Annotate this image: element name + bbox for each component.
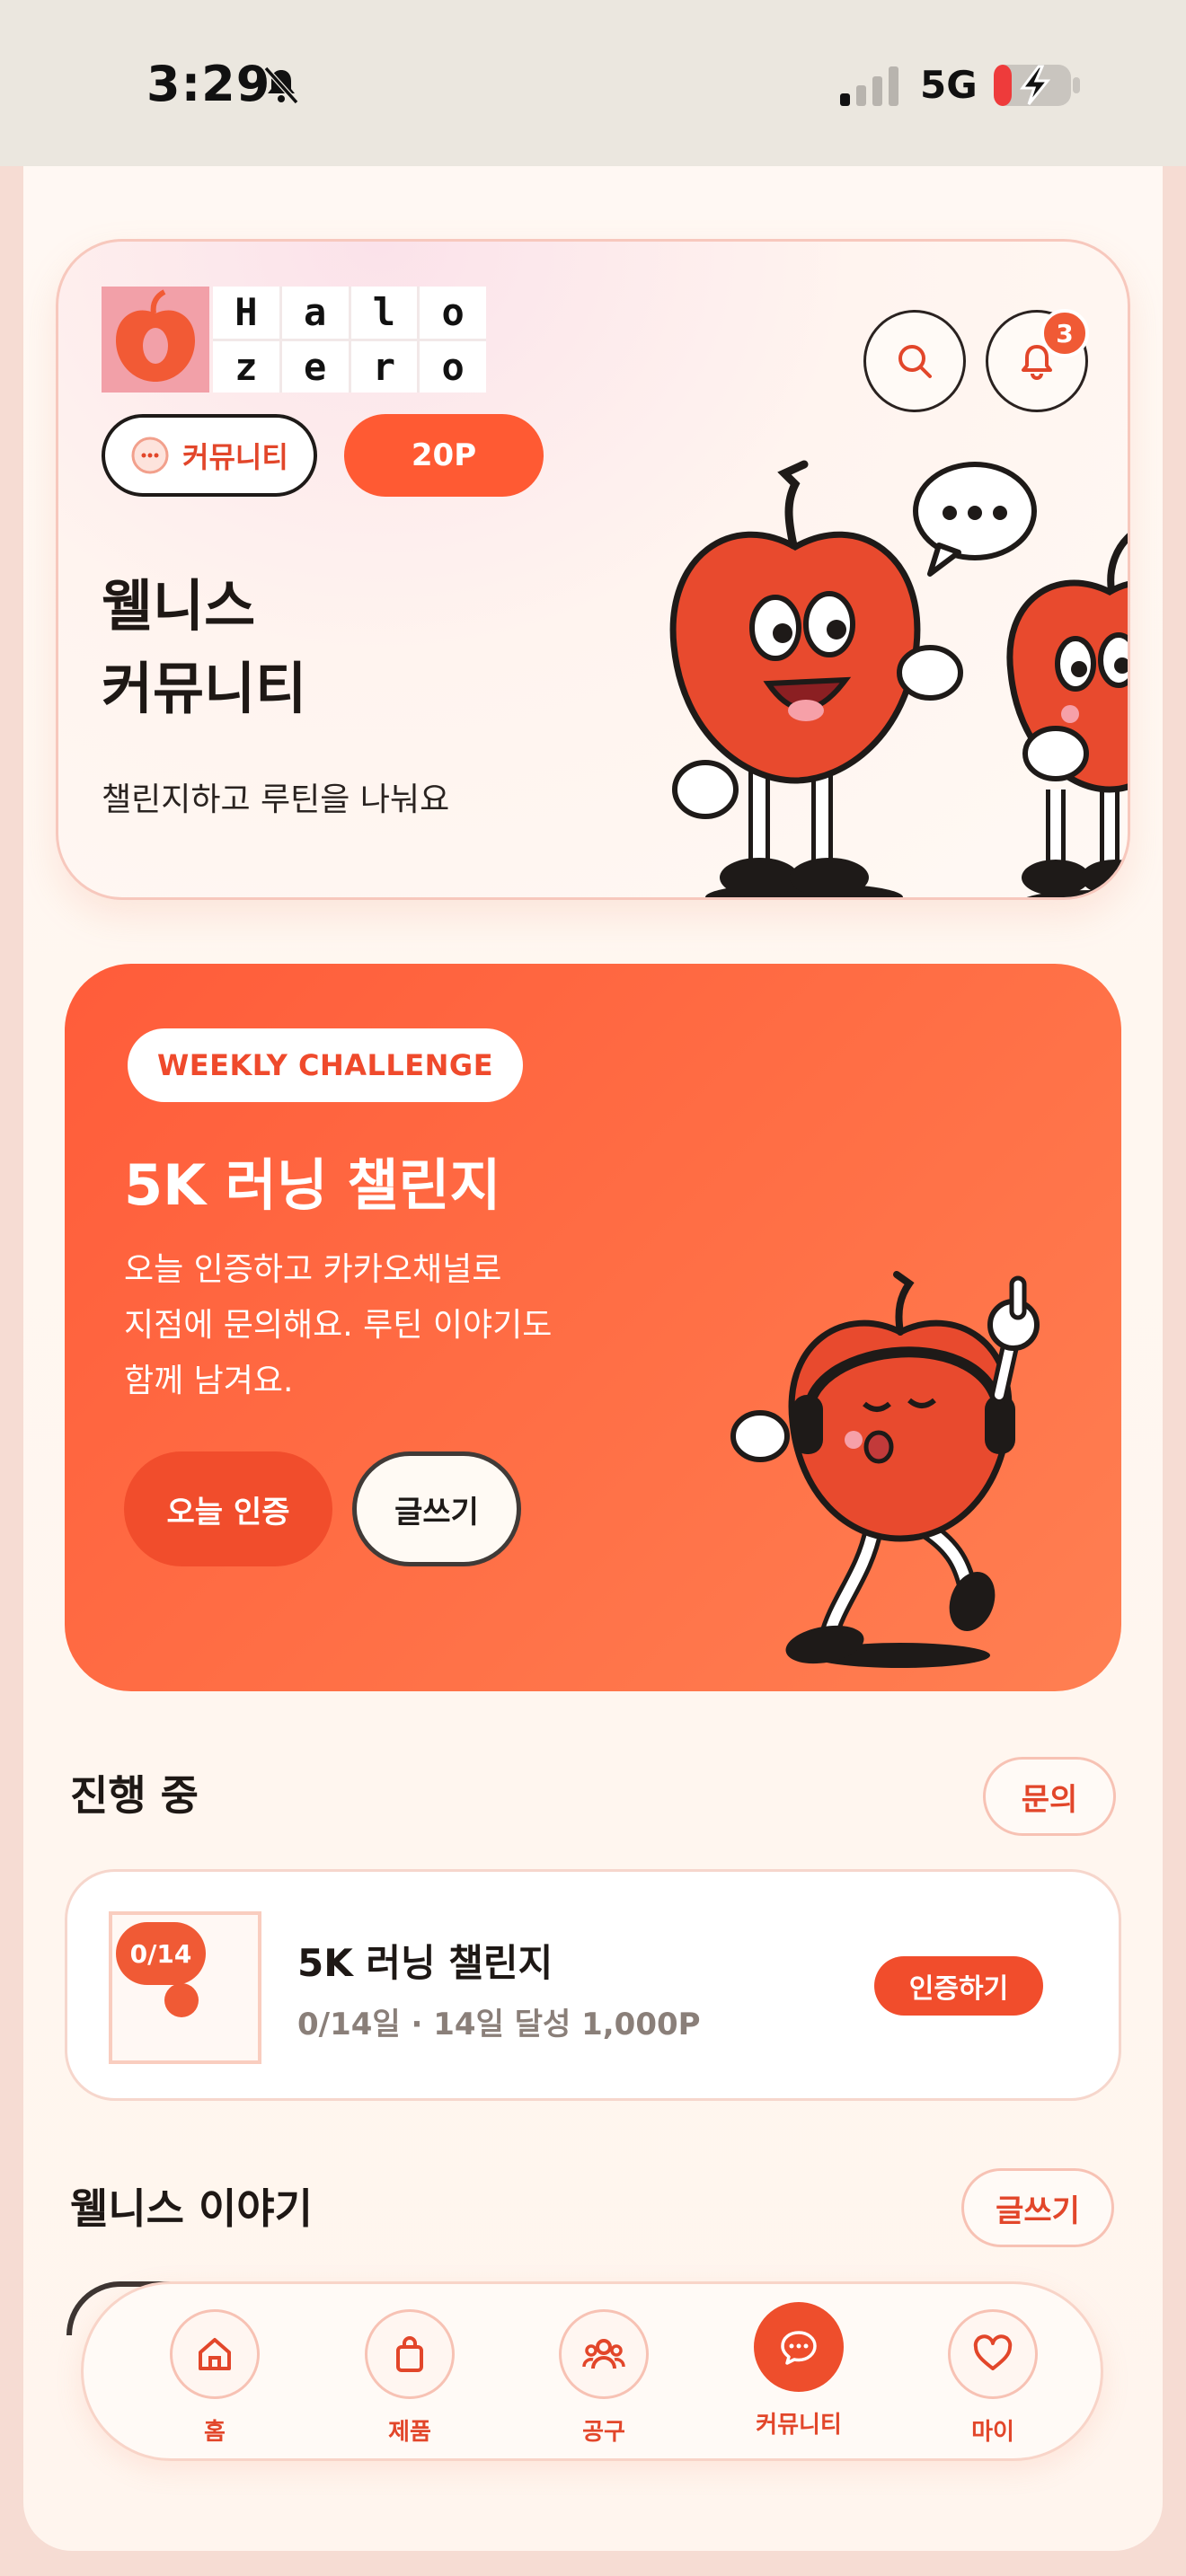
stories-write-button[interactable]: 글쓰기 [961,2168,1114,2247]
progress-card-title: 5K 러닝 챌린지 [297,1941,553,1985]
weekly-challenge-tag: WEEKLY CHALLENGE [128,1028,523,1102]
wellness-stories-title: 웰니스 이야기 [70,2184,313,2233]
group-icon [559,2309,649,2399]
challenge-progress-card[interactable]: 0/14 5K 러닝 챌린지 0/14일 · 14일 달성 1,000P 인증하… [65,1869,1121,2101]
running-apple-illustration [730,1271,1040,1668]
community-pill[interactable]: 커뮤니티 [102,414,317,497]
progress-card-meta: 0/14일 · 14일 달성 1,000P [297,2007,701,2042]
target-icon [164,1983,199,2017]
speech-bubble-icon [913,462,1037,577]
search-icon [898,345,932,378]
community-pill-label: 커뮤니티 [182,440,288,474]
nav-label-community: 커뮤니티 [756,2412,842,2439]
nav-label-products: 제품 [388,2419,431,2446]
bag-icon [365,2309,455,2399]
today-verify-button[interactable]: 오늘 인증 [124,1451,332,1566]
progress-badge: 0/14 [116,1922,206,1985]
heart-icon [948,2309,1038,2399]
notification-button[interactable]: 3 [986,309,1089,412]
silent-bell-icon [263,66,299,105]
hero-title: 웰니스 커뮤니티 [102,573,307,721]
write-post-button[interactable]: 글쓰기 [352,1451,521,1566]
logo-apple-icon [102,287,209,393]
nav-item-group-buy[interactable]: 공구 [550,2309,658,2453]
status-time: 3:29 [146,56,271,112]
logo-wordmark: H a l o z e r o [213,287,486,393]
hero-subtitle: 챌린지하고 루틴을 나눠요 [102,781,450,818]
weekly-challenge-card: WEEKLY CHALLENGE 5K 러닝 챌린지 오늘 인증하고 카카오채널… [65,964,1121,1691]
hero-card: H a l o z e r o 3 커뮤니티 20P 웰니스 커뮤니티 챌린지하… [56,239,1130,900]
inquiry-button[interactable]: 문의 [983,1757,1116,1836]
home-icon [170,2309,260,2399]
verify-button[interactable]: 인증하기 [874,1956,1043,2016]
notification-badge: 3 [1040,309,1089,357]
in-progress-title: 진행 중 [70,1771,199,1820]
nav-item-community[interactable]: 커뮤니티 [745,2302,853,2446]
apple-mascots-illustration [669,460,1128,897]
network-type: 5G [920,63,978,107]
battery-icon [994,65,1080,106]
nav-label-group-buy: 공구 [582,2419,625,2446]
status-bar: 3:29 5G [0,0,1186,166]
nav-label-my: 마이 [971,2419,1014,2446]
bottom-nav: 홈 제품 공구 커뮤니티 마이 [81,2281,1103,2461]
challenge-description: 오늘 인증하고 카카오채널로 지점에 문의해요. 루틴 이야기도 함께 남겨요. [124,1251,553,1399]
nav-item-my[interactable]: 마이 [939,2309,1047,2453]
nav-label-home: 홈 [204,2419,226,2446]
nav-item-products[interactable]: 제품 [356,2309,464,2453]
chat-icon [754,2302,844,2392]
search-button[interactable] [863,310,966,412]
points-pill[interactable]: 20P [344,414,544,497]
signal-icon [840,66,898,106]
challenge-title: 5K 러닝 챌린지 [124,1152,501,1218]
nav-item-home[interactable]: 홈 [161,2309,269,2453]
chat-bubble-icon [131,437,169,474]
